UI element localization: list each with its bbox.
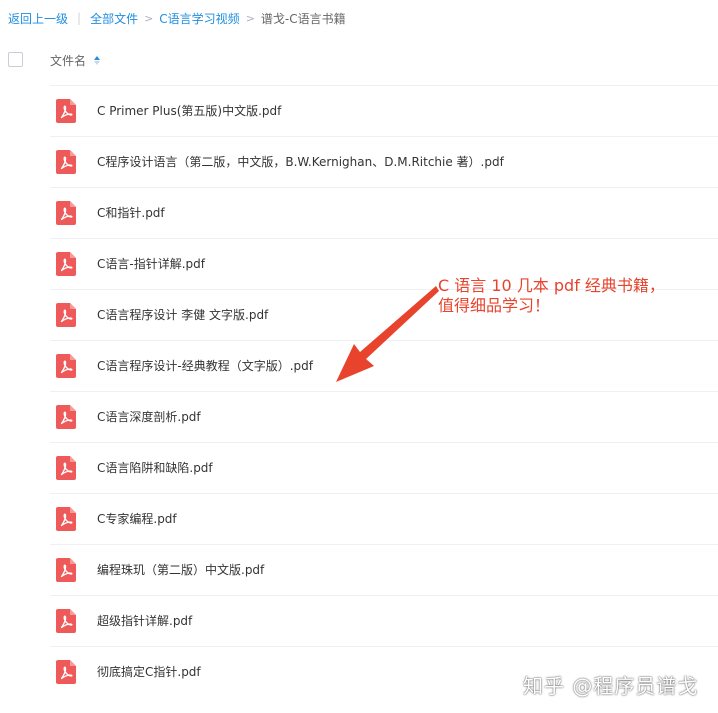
- file-name[interactable]: C语言陷阱和缺陷.pdf: [97, 459, 213, 476]
- file-name[interactable]: C语言-指针详解.pdf: [97, 255, 205, 272]
- column-header-label: 文件名: [50, 54, 87, 68]
- annotation-text: C 语言 10 几本 pdf 经典书籍， 值得细品学习！: [438, 276, 665, 316]
- back-link[interactable]: 返回上一级: [8, 10, 68, 27]
- pdf-icon: [56, 507, 76, 531]
- breadcrumb-divider: |: [77, 11, 82, 25]
- breadcrumb-current: 谱戈-C语言书籍: [260, 11, 346, 26]
- file-row[interactable]: C和指针.pdf: [50, 187, 718, 238]
- chevron-right-icon: >: [144, 11, 154, 25]
- file-name[interactable]: C语言程序设计 李健 文字版.pdf: [97, 306, 268, 323]
- sort-ascending-icon[interactable]: [94, 56, 101, 65]
- pdf-icon: [56, 99, 76, 123]
- file-name[interactable]: C专家编程.pdf: [97, 510, 177, 527]
- file-name[interactable]: 编程珠玑（第二版）中文版.pdf: [97, 561, 264, 578]
- annotation-line-2: 值得细品学习！: [438, 296, 551, 315]
- pdf-icon: [56, 456, 76, 480]
- file-name[interactable]: 彻底搞定C指针.pdf: [97, 663, 201, 680]
- pdf-icon: [56, 150, 76, 174]
- file-row[interactable]: C程序设计语言（第二版，中文版，B.W.Kernighan、D.M.Ritchi…: [50, 136, 718, 187]
- annotation-line-1: C 语言 10 几本 pdf 经典书籍，: [438, 276, 665, 295]
- pdf-icon: [56, 354, 76, 378]
- arrow-annotation-icon: [336, 286, 439, 382]
- file-name[interactable]: C Primer Plus(第五版)中文版.pdf: [97, 102, 281, 119]
- pdf-icon: [56, 303, 76, 327]
- pdf-icon: [56, 405, 76, 429]
- pdf-icon: [56, 558, 76, 582]
- breadcrumb-c-videos[interactable]: C语言学习视频: [159, 10, 239, 27]
- pdf-icon: [56, 609, 76, 633]
- file-name[interactable]: 超级指针详解.pdf: [97, 612, 192, 629]
- file-name[interactable]: C语言程序设计-经典教程（文字版）.pdf: [97, 357, 313, 374]
- file-row[interactable]: C专家编程.pdf: [50, 493, 718, 544]
- file-row[interactable]: C语言陷阱和缺陷.pdf: [50, 442, 718, 493]
- pdf-icon: [56, 660, 76, 684]
- file-row[interactable]: 编程珠玑（第二版）中文版.pdf: [50, 544, 718, 595]
- file-name[interactable]: C程序设计语言（第二版，中文版，B.W.Kernighan、D.M.Ritchi…: [97, 153, 504, 170]
- chevron-right-icon: >: [245, 11, 255, 25]
- pdf-icon: [56, 252, 76, 276]
- file-row[interactable]: 超级指针详解.pdf: [50, 595, 718, 646]
- pdf-icon: [56, 201, 76, 225]
- file-list-header: 文件名: [0, 42, 718, 78]
- file-name[interactable]: C语言深度剖析.pdf: [97, 408, 201, 425]
- column-header-name[interactable]: 文件名: [50, 52, 101, 69]
- file-row[interactable]: C Primer Plus(第五版)中文版.pdf: [50, 85, 718, 136]
- file-name[interactable]: C和指针.pdf: [97, 204, 165, 221]
- breadcrumb: 返回上一级 | 全部文件 > C语言学习视频 > 谱戈-C语言书籍: [8, 8, 346, 28]
- select-all-checkbox[interactable]: [8, 52, 23, 67]
- watermark: 知乎 @程序员谱戈: [523, 674, 699, 698]
- file-row[interactable]: C语言深度剖析.pdf: [50, 391, 718, 442]
- breadcrumb-all-files[interactable]: 全部文件: [90, 10, 138, 27]
